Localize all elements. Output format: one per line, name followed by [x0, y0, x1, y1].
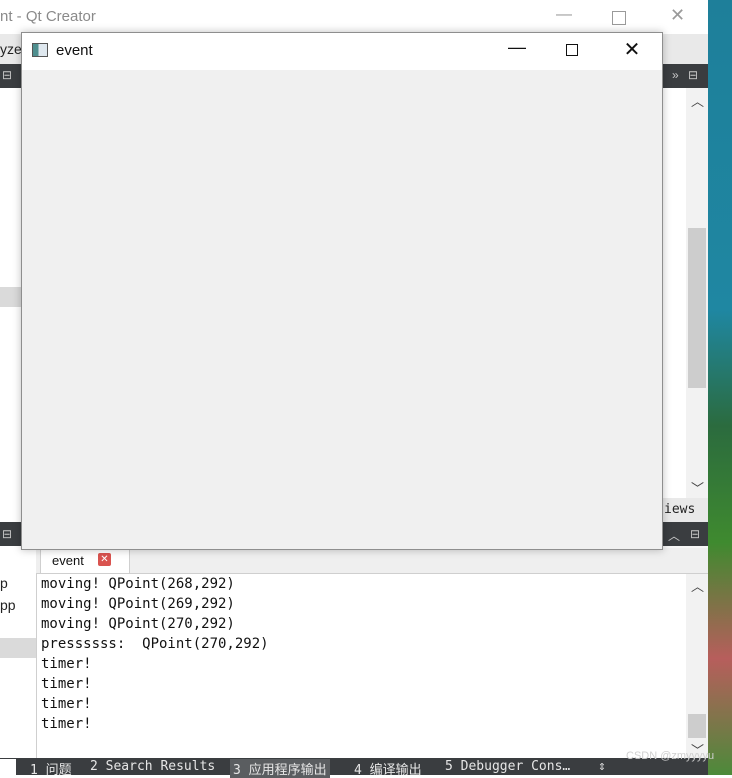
- event-window-client-area[interactable]: [22, 70, 662, 549]
- views-label: iews: [664, 502, 696, 517]
- output-left-item[interactable]: pp: [0, 597, 16, 613]
- output-scrollbar-thumb[interactable]: [688, 714, 706, 738]
- split-icon[interactable]: ⊟: [688, 68, 698, 82]
- application-output-lines: moving! QPoint(268,292) moving! QPoint(2…: [41, 574, 269, 734]
- app-window-icon: [32, 43, 48, 57]
- qt-creator-title: nt - Qt Creator: [0, 8, 96, 25]
- maximize-button[interactable]: [566, 44, 578, 56]
- close-pane-icon[interactable]: ⊟: [690, 527, 700, 541]
- locator-input[interactable]: [0, 759, 16, 775]
- event-window-title: event: [56, 42, 93, 59]
- output-left-item[interactable]: p: [0, 575, 8, 591]
- output-tab-label: event: [52, 553, 84, 568]
- output-tab-strip: [36, 548, 708, 574]
- more-icon[interactable]: »: [672, 68, 679, 82]
- output-line: timer!: [41, 696, 92, 712]
- output-left-selected-row[interactable]: [0, 638, 36, 658]
- output-line: pressssss: QPoint(270,292): [41, 636, 269, 652]
- output-line: timer!: [41, 656, 92, 672]
- output-line: moving! QPoint(269,292): [41, 596, 235, 612]
- menu-item-analyze[interactable]: yze: [0, 41, 22, 57]
- status-tab-compile-output[interactable]: 4 编译输出: [354, 759, 422, 778]
- output-line: moving! QPoint(270,292): [41, 616, 235, 632]
- editor-scrollbar-thumb[interactable]: [688, 228, 706, 388]
- status-tab-debugger-console[interactable]: 5 Debugger Cons…: [445, 759, 570, 774]
- output-line: moving! QPoint(268,292): [41, 576, 235, 592]
- minimize-button[interactable]: —: [505, 37, 529, 58]
- desktop-wallpaper: [708, 0, 732, 775]
- qt-creator-minimize-button[interactable]: —: [556, 6, 572, 24]
- output-line: timer!: [41, 676, 92, 692]
- status-tab-application-output[interactable]: 3 应用程序输出: [230, 759, 330, 778]
- chevron-up-icon[interactable]: ︿: [668, 527, 680, 544]
- scroll-down-icon[interactable]: ﹀: [691, 478, 704, 497]
- scroll-up-icon[interactable]: ︿: [691, 91, 704, 110]
- qt-creator-titlebar: [0, 0, 708, 34]
- scroll-up-icon[interactable]: ︿: [691, 576, 704, 595]
- close-icon[interactable]: ✕: [98, 553, 111, 566]
- qt-creator-maximize-button[interactable]: [612, 11, 626, 25]
- split-icon[interactable]: ⊟: [2, 68, 12, 82]
- output-line: timer!: [41, 716, 92, 732]
- close-button[interactable]: ✕: [620, 37, 644, 62]
- split-icon[interactable]: ⊟: [2, 527, 12, 541]
- chevron-updown-icon[interactable]: ⇕: [598, 759, 606, 774]
- status-tab-issues[interactable]: 1 问题: [30, 759, 72, 778]
- qt-creator-close-button[interactable]: ✕: [670, 5, 685, 26]
- watermark-text: CSDN @zmyyyyu: [626, 750, 715, 762]
- project-tree-selected-row[interactable]: [0, 287, 22, 307]
- status-tab-search-results[interactable]: 2 Search Results: [90, 759, 215, 774]
